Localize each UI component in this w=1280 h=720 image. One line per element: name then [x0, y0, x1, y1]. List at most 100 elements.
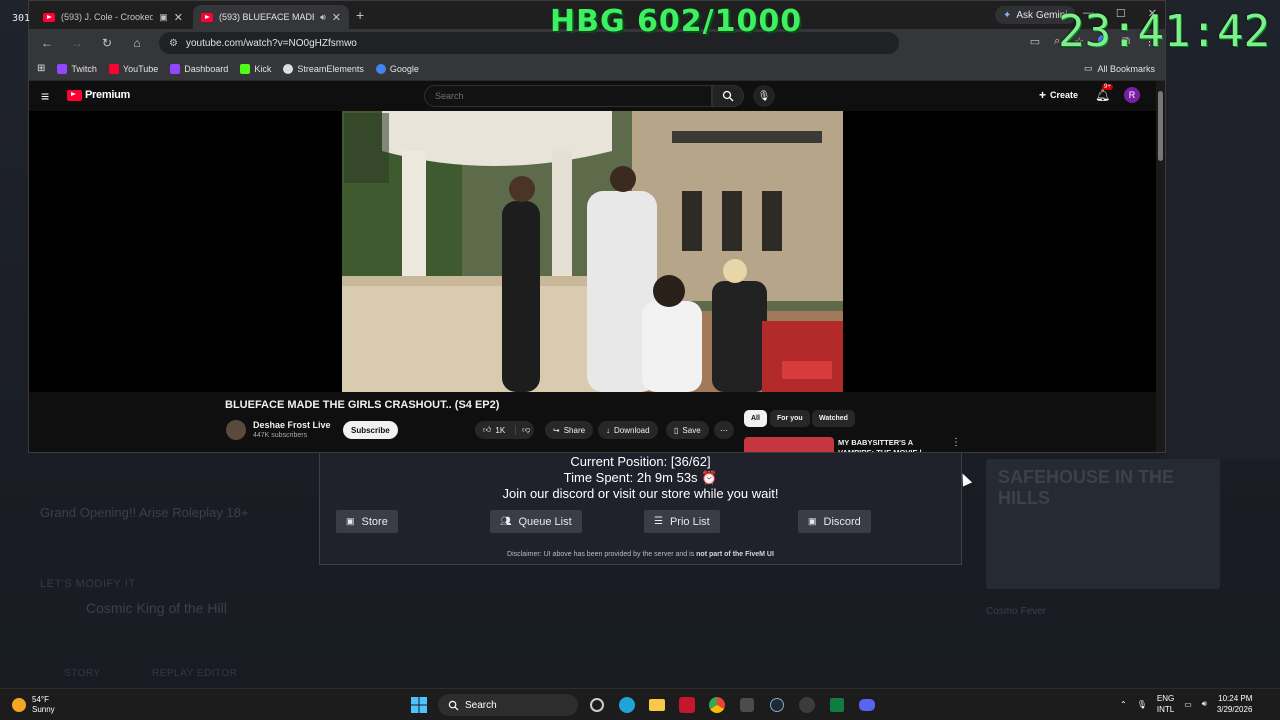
- file-explorer-icon[interactable]: [646, 694, 668, 716]
- bg-server-name: Grand Opening!! Arise Roleplay 18+: [40, 505, 249, 520]
- network-icon[interactable]: ▭: [1184, 700, 1192, 709]
- browser-tab-1[interactable]: (593) J. Cole - Crooked Sm ▣ ✕: [35, 5, 191, 29]
- queue-list-label: Queue List: [518, 515, 572, 528]
- video-frame[interactable]: [342, 111, 843, 392]
- youtube-favicon-icon: [201, 12, 213, 22]
- page-scrollbar[interactable]: [1156, 81, 1165, 452]
- save-button[interactable]: ▯ Save: [666, 421, 709, 439]
- steam-icon[interactable]: [766, 694, 788, 716]
- url-text: youtube.com/watch?v=NO0gHZfsmwo: [185, 37, 357, 49]
- queue-time-spent: Time Spent: 2h 9m 53s ⏰: [563, 470, 718, 485]
- save-playlist-icon: ▯: [674, 425, 679, 435]
- download-button[interactable]: ↓ Download: [598, 421, 658, 439]
- search-button[interactable]: [712, 85, 744, 107]
- bookmark-label: StreamElements: [297, 63, 364, 74]
- bookmark-label: Google: [389, 63, 419, 74]
- taskbar-search[interactable]: Search: [438, 694, 578, 716]
- voice-search-mic-icon[interactable]: 🎙︎: [753, 85, 775, 107]
- create-button[interactable]: + Create: [1039, 88, 1078, 102]
- recommended-thumbnail[interactable]: [744, 437, 834, 452]
- calculator-icon[interactable]: [736, 694, 758, 716]
- channel-name[interactable]: Deshae Frost Live: [253, 420, 331, 430]
- scrollbar-thumb[interactable]: [1158, 91, 1163, 161]
- obs-icon[interactable]: [586, 694, 608, 716]
- new-tab-icon[interactable]: +: [356, 7, 364, 23]
- reload-icon[interactable]: ↻: [97, 36, 117, 50]
- bookmark-dashboard[interactable]: Dashboard: [170, 63, 228, 74]
- home-icon[interactable]: ⌂: [127, 36, 147, 50]
- thumbs-down-icon[interactable]: 👎︎: [515, 425, 530, 435]
- bookmark-kick[interactable]: Kick: [240, 63, 271, 74]
- youtube-logo[interactable]: Premium: [67, 89, 130, 101]
- windows-start-icon[interactable]: [408, 694, 430, 716]
- download-icon: ↓: [606, 425, 610, 435]
- clock-time: 10:24 PM: [1218, 694, 1253, 703]
- more-horizontal-icon: ⋯: [720, 425, 728, 435]
- forward-icon[interactable]: →: [67, 36, 87, 50]
- microphone-icon[interactable]: 🎙︎: [1137, 700, 1147, 709]
- keyboard-layout-label[interactable]: INTL: [1157, 704, 1174, 715]
- recommended-more-icon[interactable]: ⋮: [951, 437, 961, 448]
- bookmark-youtube[interactable]: YouTube: [108, 63, 158, 74]
- search-icon: [722, 90, 734, 102]
- weather-widget[interactable]: 54°F Sunny: [12, 695, 55, 715]
- search-placeholder: Search: [435, 91, 464, 101]
- taskbar-clock[interactable]: 10:24 PM 3/29/2026: [1217, 693, 1253, 715]
- hamburger-menu-icon[interactable]: ≡: [41, 88, 49, 104]
- bookmark-google[interactable]: Google: [375, 63, 419, 74]
- store-button[interactable]: ▣ Store: [336, 510, 398, 533]
- cast-icon[interactable]: ▭: [1030, 35, 1040, 48]
- chip-all[interactable]: All: [744, 410, 767, 427]
- bookmark-twitch[interactable]: Twitch: [57, 63, 97, 74]
- search-icon: [448, 700, 459, 711]
- apps-grid-icon[interactable]: ⊞: [37, 63, 45, 74]
- weather-condition: Sunny: [32, 705, 55, 714]
- close-tab-icon[interactable]: ✕: [332, 11, 341, 24]
- subscribe-button[interactable]: Subscribe: [343, 421, 398, 439]
- youtube-search-input[interactable]: Search: [424, 85, 712, 107]
- video-scene-image: [342, 111, 843, 392]
- queue-list-button[interactable]: 👥︎ Queue List: [490, 510, 582, 533]
- edge-icon[interactable]: [616, 694, 638, 716]
- google-icon: [375, 63, 386, 74]
- youtube-favicon-icon: [43, 12, 55, 22]
- youtube-header: ≡ Premium Search 🎙︎ + Create 🔔︎ 9+ R: [29, 81, 1165, 111]
- prio-list-button[interactable]: ☰ Prio List: [644, 510, 720, 533]
- video-player[interactable]: [29, 111, 1157, 392]
- language-label[interactable]: ENG: [1157, 693, 1174, 704]
- discord-icon[interactable]: [856, 694, 878, 716]
- close-tab-icon[interactable]: ✕: [174, 11, 183, 24]
- all-bookmarks-label: All Bookmarks: [1097, 63, 1155, 74]
- volume-icon[interactable]: 🔊︎: [1202, 699, 1207, 709]
- back-icon[interactable]: ←: [37, 36, 57, 50]
- 4k-video-icon[interactable]: [796, 694, 818, 716]
- account-avatar[interactable]: R: [1124, 87, 1140, 103]
- all-bookmarks-button[interactable]: ▭ All Bookmarks: [1084, 63, 1155, 74]
- chip-watched[interactable]: Watched: [812, 410, 855, 427]
- speaker-icon[interactable]: 🔊︎: [320, 12, 326, 23]
- site-info-icon[interactable]: ⚙: [169, 38, 178, 49]
- share-button[interactable]: ↪ Share: [545, 421, 594, 439]
- discord-button[interactable]: ▣ Discord: [798, 510, 871, 533]
- app-a-icon[interactable]: [676, 694, 698, 716]
- like-count: 1K: [495, 425, 506, 435]
- excel-icon[interactable]: [826, 694, 848, 716]
- channel-avatar[interactable]: [226, 420, 246, 440]
- like-button[interactable]: 👍︎ 1K 👎︎: [475, 421, 535, 439]
- browser-tab-2-active[interactable]: (593) BLUEFACE MADE THE 🔊︎ ✕: [193, 5, 349, 29]
- store-label: Store: [361, 515, 388, 528]
- save-label: Save: [682, 425, 701, 435]
- recommended-title[interactable]: MY BABYSITTER'S A VAMPIRE: THE MOVIE | O…: [838, 438, 948, 452]
- list-icon: ☰: [654, 516, 663, 527]
- bg-tab-replay: REPLAY EDITOR: [152, 668, 238, 679]
- disclaimer-bold: not part of the FiveM UI: [696, 551, 774, 558]
- notifications-bell-icon[interactable]: 🔔︎: [1095, 88, 1110, 102]
- share-label: Share: [563, 425, 586, 435]
- chrome-icon[interactable]: [706, 694, 728, 716]
- show-hidden-icons-icon[interactable]: ⌃: [1120, 700, 1127, 709]
- chip-for-you[interactable]: For you: [770, 410, 810, 427]
- more-actions-button[interactable]: ⋯: [714, 421, 734, 439]
- hud-clock: 23:41:42: [1058, 6, 1270, 57]
- bookmark-streamelements[interactable]: StreamElements: [283, 63, 364, 74]
- system-tray: ⌃ 🎙︎ ENG INTL ▭ 🔊︎ 10:24 PM 3/29/2026: [1120, 693, 1252, 715]
